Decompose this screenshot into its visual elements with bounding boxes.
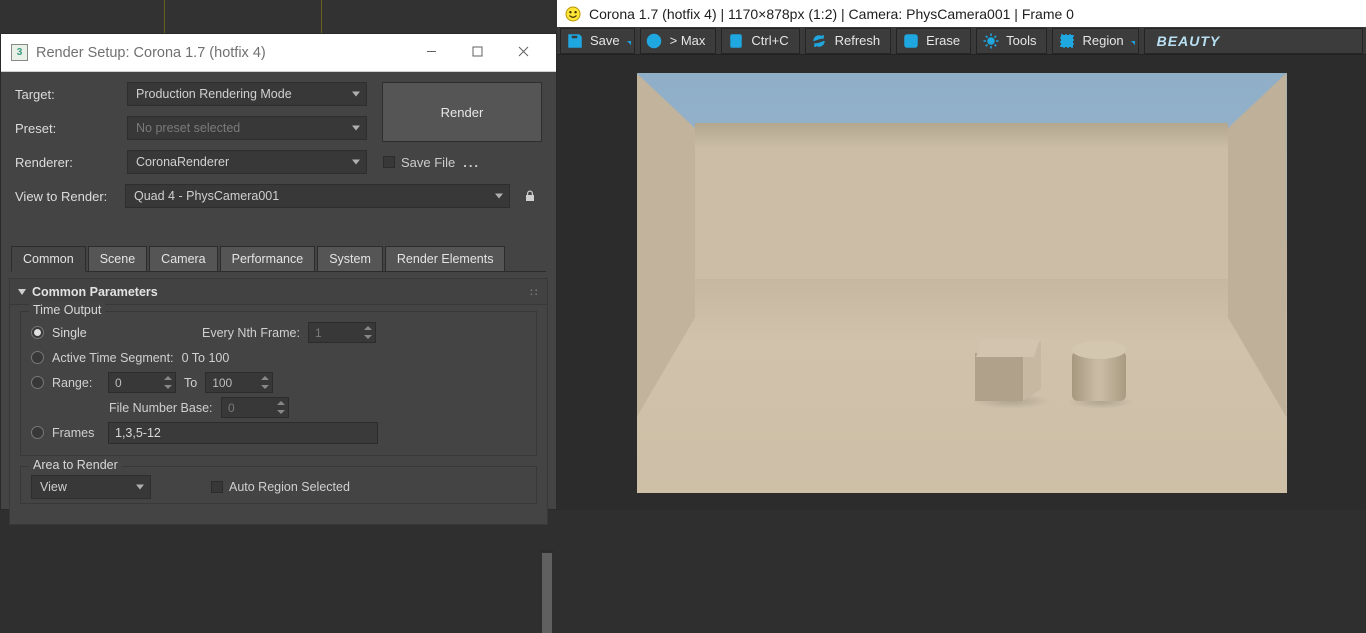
range-label: Range: <box>52 376 108 390</box>
tools-button[interactable]: Tools <box>976 28 1047 54</box>
range-to-spinner[interactable]: 100 <box>205 372 273 393</box>
view-render-select[interactable]: Quad 4 - PhysCamera001 <box>125 184 510 208</box>
area-to-render-group: Area to Render View Auto Region Selected <box>20 466 537 504</box>
window-title: Render Setup: Corona 1.7 (hotfix 4) <box>36 45 408 61</box>
save-file-checkbox[interactable] <box>383 156 395 168</box>
target-value: Production Rendering Mode <box>136 87 292 101</box>
close-button[interactable] <box>500 35 546 69</box>
window-titlebar[interactable]: 3 Render Setup: Corona 1.7 (hotfix 4) <box>1 34 556 72</box>
preset-select[interactable]: No preset selected <box>127 116 367 140</box>
auto-region-label: Auto Region Selected <box>229 480 350 494</box>
file-base-spinner[interactable]: 0 <box>221 397 289 418</box>
frames-input[interactable]: 1,3,5-12 <box>108 422 378 444</box>
area-mode-select[interactable]: View <box>31 475 151 499</box>
radio-active-segment[interactable] <box>31 351 44 364</box>
active-range: 0 To 100 <box>182 351 230 365</box>
single-label: Single <box>52 326 182 340</box>
target-select[interactable]: Production Rendering Mode <box>127 82 367 106</box>
tab-common[interactable]: Common <box>11 246 86 272</box>
time-output-group: Time Output Single Every Nth Frame: 1 Ac… <box>20 311 537 456</box>
range-from-spinner[interactable]: 0 <box>108 372 176 393</box>
renderview-toolbar: Save > Max Ctrl+C Refresh Erase Tools Re… <box>557 27 1366 55</box>
tab-scene[interactable]: Scene <box>88 246 147 272</box>
preset-value: No preset selected <box>136 121 240 135</box>
area-legend: Area to Render <box>29 458 122 472</box>
target-label: Target: <box>15 87 127 102</box>
rollout-title: Common Parameters <box>32 285 158 299</box>
region-icon <box>1053 29 1080 53</box>
erase-label: Erase <box>924 33 970 48</box>
file-base-label: File Number Base: <box>109 401 221 415</box>
region-button[interactable]: Region <box>1052 28 1138 54</box>
radio-single[interactable] <box>31 326 44 339</box>
renderer-value: CoronaRenderer <box>136 155 229 169</box>
clipboard-icon <box>722 29 749 53</box>
rollout-common-parameters: Common Parameters :: Time Output Single … <box>9 278 548 525</box>
radio-range[interactable] <box>31 376 44 389</box>
time-output-legend: Time Output <box>29 303 105 317</box>
refresh-icon <box>806 29 833 53</box>
renderview-title: Corona 1.7 (hotfix 4) | 1170×878px (1:2)… <box>589 6 1074 22</box>
ctrlc-label: Ctrl+C <box>749 33 798 48</box>
every-nth-spinner[interactable]: 1 <box>308 322 376 343</box>
render-setup-window: 3 Render Setup: Corona 1.7 (hotfix 4) Re… <box>0 33 557 510</box>
tab-camera[interactable]: Camera <box>149 246 217 272</box>
save-button-group[interactable]: Save <box>560 28 635 54</box>
auto-region-checkbox[interactable] <box>211 481 223 493</box>
tab-system[interactable]: System <box>317 246 383 272</box>
active-seg-label: Active Time Segment: <box>52 351 174 365</box>
tab-bar: Common Scene Camera Performance System R… <box>1 246 556 272</box>
erase-button[interactable]: Erase <box>896 28 971 54</box>
region-label: Region <box>1080 33 1137 48</box>
refresh-label: Refresh <box>833 33 891 48</box>
panel-scrollbar[interactable] <box>540 550 554 552</box>
scene-box-object <box>975 339 1045 401</box>
radio-frames[interactable] <box>31 426 44 439</box>
channel-select[interactable]: BEAUTY <box>1144 28 1363 54</box>
tab-performance[interactable]: Performance <box>220 246 316 272</box>
save-file-label: Save File <box>401 155 455 170</box>
app-icon: 3 <box>11 44 28 61</box>
save-label: Save <box>588 33 634 48</box>
renderview-titlebar[interactable]: Corona 1.7 (hotfix 4) | 1170×878px (1:2)… <box>557 0 1366 27</box>
render-view-panel: Corona 1.7 (hotfix 4) | 1170×878px (1:2)… <box>557 0 1366 510</box>
tools-label: Tools <box>1004 33 1046 48</box>
render-canvas-area[interactable] <box>557 56 1366 510</box>
gear-icon <box>977 29 1004 53</box>
max-icon <box>641 29 668 53</box>
every-nth-label: Every Nth Frame: <box>202 326 300 340</box>
erase-icon <box>897 29 924 53</box>
frames-label: Frames <box>52 426 108 440</box>
more-button[interactable]: ... <box>463 155 480 170</box>
maximize-button[interactable] <box>454 35 500 69</box>
max-label: > Max <box>668 33 716 48</box>
collapse-icon <box>18 289 26 295</box>
scene-cylinder-object <box>1072 341 1126 401</box>
tab-render-elements[interactable]: Render Elements <box>385 246 506 272</box>
render-image <box>637 73 1287 493</box>
minimize-button[interactable] <box>408 35 454 69</box>
lock-view-button[interactable] <box>518 184 542 208</box>
ctrlc-button[interactable]: Ctrl+C <box>721 28 799 54</box>
view-label: View to Render: <box>15 189 125 204</box>
smiley-icon <box>565 6 581 22</box>
grip-icon: :: <box>530 286 539 298</box>
refresh-button[interactable]: Refresh <box>805 28 892 54</box>
renderer-label: Renderer: <box>15 155 127 170</box>
renderer-select[interactable]: CoronaRenderer <box>127 150 367 174</box>
rollout-header[interactable]: Common Parameters :: <box>10 279 547 305</box>
max-button[interactable]: > Max <box>640 28 717 54</box>
save-icon <box>561 29 588 53</box>
preset-label: Preset: <box>15 121 127 136</box>
range-to-label: To <box>184 376 197 390</box>
view-value: Quad 4 - PhysCamera001 <box>134 189 279 203</box>
